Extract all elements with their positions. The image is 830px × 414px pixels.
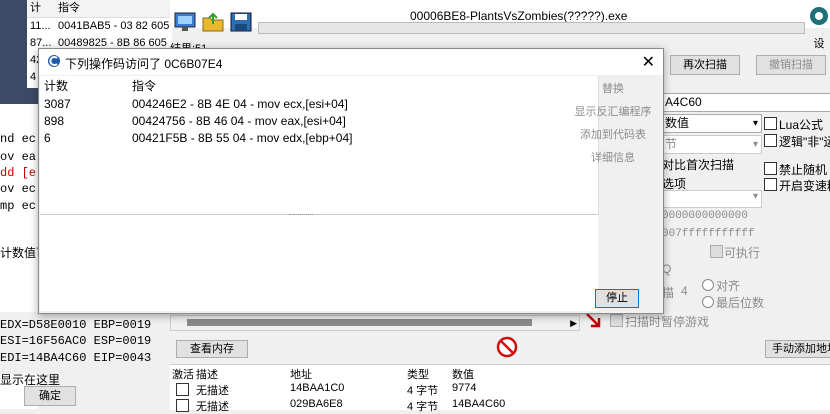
logic-not-label: 逻辑"非"运	[779, 135, 830, 149]
address-list-scrollbar[interactable]: ▶	[170, 315, 580, 331]
scan-progress-bar	[258, 22, 805, 34]
align-radio[interactable]	[702, 279, 714, 291]
header-active: 激活	[172, 369, 194, 381]
list-item[interactable]: 898 00424756 - 8B 46 04 - mov eax,[esi+0…	[44, 113, 594, 129]
list-item[interactable]: 3087 004246E2 - 8B 4E 04 - mov ecx,[esi+…	[44, 96, 594, 112]
process-title: 00006BE8-PlantsVsZombies(?????).exe	[410, 9, 628, 23]
last-digit-label: 最后位数	[716, 296, 765, 310]
register-line: ESI=16F56AC0 ESP=0019	[0, 334, 152, 348]
lua-checkbox[interactable]	[764, 117, 777, 130]
stop-button[interactable]: 停止	[595, 289, 639, 308]
settings-label: 设	[813, 38, 825, 50]
list-item[interactable]: 11... 0041BAB5 - 03 82 605	[27, 18, 172, 35]
chevron-down-icon: ▾	[752, 139, 758, 150]
logic-not-checkbox[interactable]	[764, 134, 777, 147]
show-disassembler-button[interactable]: 显示反汇编程序	[571, 103, 655, 122]
asm-line: nd ec	[0, 132, 37, 146]
opcode-access-dialog: 下列操作码访问了 0C6B07E4 ✕ 计数 指令 3087 004246E2 …	[38, 48, 664, 314]
no-entry-icon[interactable]	[496, 336, 518, 361]
scan-bits-value: 4	[681, 284, 688, 298]
undo-scan-button[interactable]: 撤销扫描	[756, 55, 826, 75]
ce-logo-icon[interactable]: 设	[808, 4, 830, 50]
speed-hack-checkbox[interactable]	[764, 178, 777, 191]
view-memory-button[interactable]: 查看内存	[176, 340, 248, 358]
last-digit-radio[interactable]	[702, 296, 714, 308]
red-arrow-icon	[585, 312, 603, 333]
register-line: EDI=14BA4C60 EIP=0043	[0, 351, 152, 365]
open-process-icon[interactable]	[174, 12, 196, 32]
save-icon[interactable]	[230, 12, 252, 32]
dialog-title: 下列操作码访问了 0C6B07E4	[65, 57, 223, 71]
align-label: 对齐	[716, 279, 741, 293]
dialog-title-bar: 下列操作码访问了 0C6B07E4 ✕	[39, 49, 663, 75]
value-input[interactable]: A4C60	[662, 93, 830, 112]
toolbar	[170, 8, 255, 38]
opcode-list[interactable]: 计数 指令 3087 004246E2 - 8B 4E 04 - mov ecx…	[40, 76, 599, 215]
manual-add-address-button[interactable]: 手动添加地址	[765, 340, 830, 358]
replace-button[interactable]: 替换	[571, 80, 655, 99]
list-header: 计数 指令	[44, 78, 156, 94]
memory-region-select[interactable]: ▾	[662, 190, 762, 208]
header-instruction: 指令	[132, 79, 157, 93]
header-type: 类型	[407, 369, 429, 381]
disable-random-label: 禁止随机	[779, 163, 828, 177]
table-row[interactable]: 无描述 029BA6E8 4 字节 14BA4C60	[170, 398, 830, 413]
lua-label: Lua公式	[779, 118, 824, 132]
address-table[interactable]: 激活 描述 地址 类型 数值 无描述 14BAA1C0 4 字节 9774 无描…	[170, 364, 830, 413]
close-icon[interactable]: ✕	[642, 52, 655, 72]
speed-hack-label: 开启变速精	[779, 179, 830, 193]
chevron-down-icon: ▾	[752, 191, 758, 202]
start-address-input[interactable]: 0000000000000	[662, 210, 748, 222]
value-type-select[interactable]: 数值 ▾	[662, 114, 762, 133]
header-value: 数值	[452, 369, 474, 381]
ce-dialog-icon	[47, 54, 61, 71]
table-header: 激活 描述 地址 类型 数值	[170, 366, 830, 381]
active-checkbox[interactable]	[176, 383, 189, 396]
list-item[interactable]: 6 00421F5B - 8B 55 04 - mov edx,[ebp+04]	[44, 130, 594, 146]
executable-checkbox[interactable]	[710, 245, 723, 258]
pause-game-checkbox[interactable]	[610, 314, 623, 327]
chevron-down-icon: ▾	[752, 118, 758, 129]
header-desc: 描述	[196, 369, 218, 381]
header-address: 地址	[290, 369, 312, 381]
register-line: EDX=D58E0010 EBP=0019	[0, 318, 152, 332]
info-panel[interactable]	[40, 215, 598, 311]
details-button[interactable]: 详细信息	[571, 149, 655, 168]
add-to-codelist-button[interactable]: 添加到代码表	[571, 126, 655, 145]
asm-line: dd [e	[0, 166, 37, 180]
executable-label: 可执行	[724, 246, 761, 260]
bytes-select[interactable]: 节 ▾	[662, 135, 762, 154]
open-file-icon[interactable]	[202, 12, 224, 32]
pause-game-label: 扫描时暂停游戏	[625, 315, 710, 329]
ok-button[interactable]: 确定	[24, 386, 76, 406]
asm-line: ov ea	[0, 150, 37, 164]
scroll-right-icon[interactable]: ▶	[570, 316, 577, 330]
rescan-button[interactable]: 再次扫描	[670, 55, 740, 75]
asm-line: mp ec	[0, 199, 37, 213]
active-checkbox[interactable]	[176, 399, 189, 412]
left-header-count: 计	[30, 2, 41, 14]
disable-random-checkbox[interactable]	[764, 162, 777, 175]
end-address-input[interactable]: 007fffffffffff	[662, 228, 754, 240]
compare-first-label: 对比首次扫描	[662, 158, 735, 172]
left-list-header: 计 指令	[27, 0, 172, 18]
asm-line: ov ec	[0, 182, 37, 196]
header-count: 计数	[44, 79, 69, 93]
scrollbar-thumb[interactable]	[187, 319, 532, 326]
left-header-instruction: 指令	[58, 2, 80, 14]
table-row[interactable]: 无描述 14BAA1C0 4 字节 9774	[170, 382, 830, 397]
